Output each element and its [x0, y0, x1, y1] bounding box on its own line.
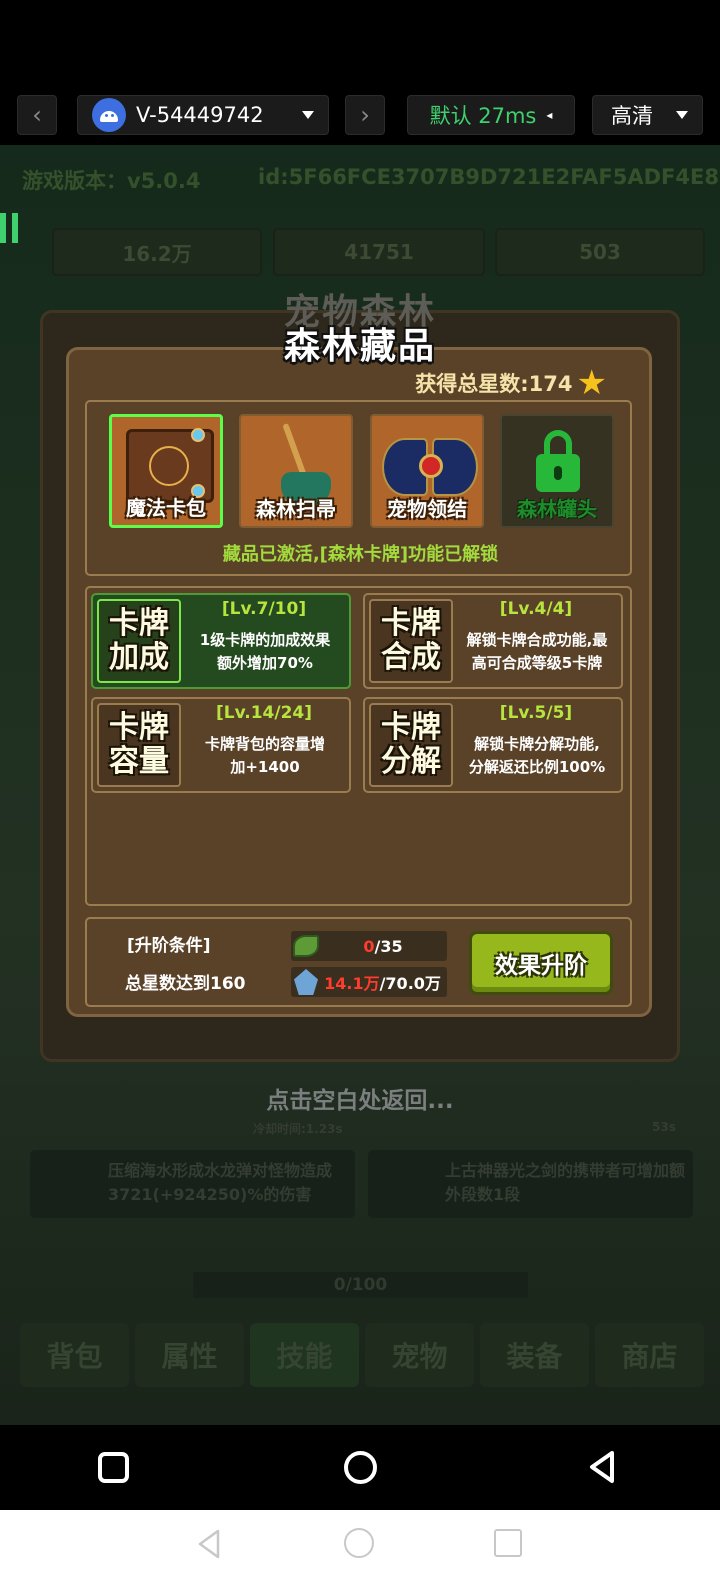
tab-label: 属性: [161, 1340, 218, 1373]
chevron-right-icon: ›: [360, 101, 370, 129]
tab-pets[interactable]: 宠物: [365, 1323, 474, 1387]
empty-area: [85, 586, 632, 906]
back-button[interactable]: ‹: [17, 95, 57, 135]
skill-desc: 压缩海水形成水龙弹对怪物造成3721(+924250)%的伤害: [108, 1161, 333, 1204]
game-screen[interactable]: 游戏版本：v5.0.4 id:5F66FCE3707B9D721E2FAF5AD…: [0, 145, 720, 1425]
progress-bar: 0/100: [193, 1272, 528, 1298]
quality-select[interactable]: 高清: [592, 95, 703, 135]
tab-label: 背包: [46, 1340, 103, 1373]
skill-desc: 上古神器光之剑的携带者可增加额外段数1段: [445, 1161, 686, 1204]
tab-label: 商店: [621, 1340, 678, 1373]
cooldown-text: 53s: [652, 1120, 676, 1134]
quality-label: 高清: [611, 104, 653, 128]
upgrade-effect-button[interactable]: 效果升阶: [469, 931, 613, 995]
star-icon: ★: [576, 363, 607, 403]
requirement-have: 0: [363, 936, 375, 956]
requirement-crystal: 14.1万/70.0万: [291, 967, 447, 997]
side-indicator: [0, 213, 6, 243]
game-id: id:5F66FCE3707B9D721E2FAF5ADF4E80BF: [258, 165, 720, 189]
tab-equipment[interactable]: 装备: [480, 1323, 589, 1387]
crystal-value: 503: [579, 240, 621, 264]
item-magic-card-pack[interactable]: 魔法卡包: [109, 414, 223, 528]
cooldown-text: 冷却时间:1.23s: [253, 1122, 343, 1136]
card-pack-emblem: [149, 446, 189, 486]
dropdown-caret-icon: [302, 111, 314, 119]
host-nav-bar: [0, 1510, 720, 1588]
recents-button[interactable]: [98, 1452, 129, 1483]
game-version: 游戏版本：v5.0.4: [22, 169, 201, 193]
item-label: 魔法卡包: [126, 496, 206, 520]
tab-skills[interactable]: 技能: [250, 1323, 359, 1387]
latency-label: 默认 27ms: [429, 104, 537, 128]
signal-icon: ◂: [546, 108, 553, 122]
recents-square-icon[interactable]: [494, 1529, 522, 1557]
collection-items: 魔法卡包 森林扫帚 宠物领结 森林罐头 藏品已激活,[森林卡牌]功能已解锁: [85, 400, 632, 576]
side-indicator: [12, 213, 18, 243]
tab-backpack[interactable]: 背包: [20, 1323, 129, 1387]
forest-collection-dialog: 获得总星数:174 ★ 魔法卡包 森林扫帚 宠物领结 森林罐头 藏品已激活,[森…: [66, 347, 652, 1017]
gold-counter: 16.2万: [52, 228, 262, 276]
condition-desc: 总星数达到160: [125, 974, 246, 994]
system-nav-bar: [0, 1425, 720, 1510]
item-forest-can[interactable]: 森林罐头: [500, 414, 614, 528]
bow-tie-gem: [419, 454, 443, 478]
upgrade-condition: [升阶条件] 总星数达到160 0/35 14.1万/70.0万 效果升阶: [85, 917, 632, 1007]
requirement-leaf: 0/35: [291, 931, 447, 961]
leaf-icon: [293, 935, 319, 957]
bottom-tabs: 背包 属性 技能 宠物 装备 商店: [20, 1323, 704, 1387]
device-id: V-54449742: [136, 103, 264, 127]
home-button[interactable]: [344, 1451, 377, 1484]
requirement-value: 0/35: [319, 937, 447, 956]
tab-shop[interactable]: 商店: [595, 1323, 704, 1387]
requirement-need: /35: [374, 936, 403, 956]
item-forest-broom[interactable]: 森林扫帚: [239, 414, 353, 528]
gold-value: 16.2万: [122, 241, 192, 266]
forward-button[interactable]: ›: [345, 95, 385, 135]
condition-title: [升阶条件]: [127, 936, 211, 956]
back-triangle-icon[interactable]: [192, 1526, 228, 1562]
gem-counter: 41751: [273, 228, 485, 276]
android-icon: [92, 98, 126, 132]
requirement-value: 14.1万/70.0万: [318, 970, 447, 994]
requirement-need: /70.0万: [379, 974, 441, 993]
back-triangle-icon[interactable]: [584, 1449, 620, 1485]
device-select[interactable]: V-54449742: [77, 95, 329, 135]
card-pack-gem: [191, 428, 205, 442]
latency-select[interactable]: 默认 27ms ◂: [407, 95, 575, 135]
dialog-title: 森林藏品: [283, 326, 436, 367]
lock-keyhole: [554, 466, 562, 480]
return-hint: 点击空白处返回...: [266, 1088, 454, 1114]
item-label: 森林罐头: [517, 497, 597, 521]
tab-label: 装备: [506, 1340, 563, 1373]
crystal-icon: [294, 969, 318, 995]
requirement-have: 14.1万: [324, 974, 380, 993]
item-label: 宠物领结: [387, 497, 467, 521]
tab-attributes[interactable]: 属性: [135, 1323, 244, 1387]
item-pet-bow-tie[interactable]: 宠物领结: [370, 414, 484, 528]
tab-label: 宠物: [391, 1340, 448, 1373]
gem-value: 41751: [344, 240, 414, 264]
chevron-left-icon: ‹: [32, 101, 42, 129]
item-label: 森林扫帚: [256, 497, 336, 521]
home-circle-icon[interactable]: [344, 1528, 374, 1558]
remote-control-bar: ‹ V-54449742 › 默认 27ms ◂ 高清: [0, 0, 720, 145]
crystal-counter: 503: [495, 228, 705, 276]
stars-total: 获得总星数:174 ★: [415, 363, 607, 403]
stars-total-label: 获得总星数:174: [415, 372, 573, 396]
tab-label: 技能: [276, 1340, 333, 1373]
progress-text: 0/100: [333, 1275, 388, 1295]
dropdown-caret-icon: [676, 111, 688, 119]
items-status: 藏品已激活,[森林卡牌]功能已解锁: [222, 544, 499, 565]
